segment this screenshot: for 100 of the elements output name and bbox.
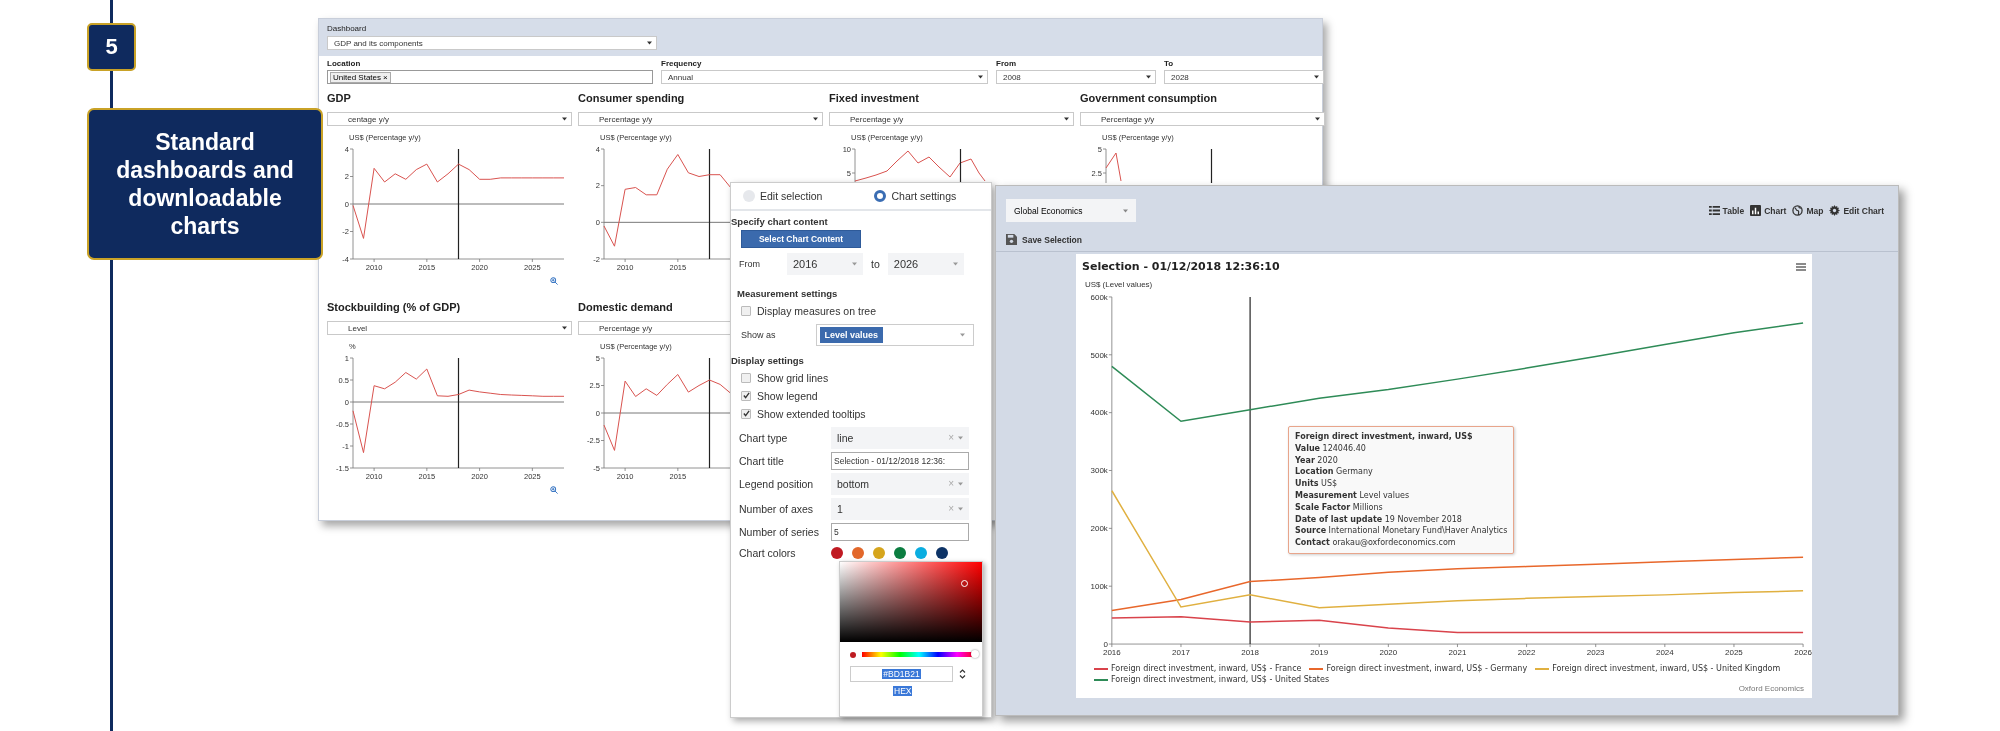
radio-label[interactable]: Edit selection: [760, 190, 823, 202]
tooltip-line: Year 2020: [1295, 454, 1339, 467]
checkbox[interactable]: [741, 390, 751, 401]
globe-icon: [1792, 205, 1804, 216]
tooltip-line: Source International Monetary Fund\Haver Analytics: [1295, 525, 1508, 538]
step-number: 5: [87, 23, 136, 71]
toggle-arrows-icon[interactable]: [959, 668, 966, 679]
chart-heading: Domestic demand: [578, 301, 673, 315]
field-label: Location: [327, 59, 362, 68]
dropdown[interactable]: Level values: [815, 323, 974, 346]
checkbox-label[interactable]: Show legend: [757, 389, 818, 402]
dropdown[interactable]: 2026: [887, 252, 964, 275]
menu-icon[interactable]: [1796, 262, 1806, 271]
location-field[interactable]: United States ×: [327, 70, 653, 84]
checkbox[interactable]: [741, 305, 751, 316]
tick-label: 2020: [1379, 648, 1398, 657]
color-field[interactable]: [840, 561, 982, 642]
dropdown[interactable]: Global Economics: [1006, 199, 1136, 222]
view-link[interactable]: Table: [1708, 205, 1745, 216]
dropdown[interactable]: Percentage y/y: [829, 112, 1074, 126]
selected-tag[interactable]: Level values: [819, 326, 884, 343]
tick-label: 2026: [1794, 648, 1812, 657]
slider-thumb[interactable]: [970, 650, 979, 659]
color-swatch[interactable]: [831, 546, 843, 559]
tooltip-line: Units US$: [1295, 478, 1339, 490]
tick-label: 2023: [1586, 648, 1605, 657]
field-label: Chart type: [739, 431, 789, 444]
color-swatch[interactable]: [852, 546, 864, 559]
caret-icon: [647, 41, 652, 45]
color-swatch[interactable]: [873, 546, 885, 559]
checkbox[interactable]: [741, 372, 751, 383]
zoom-icon[interactable]: [550, 486, 558, 494]
legend-item[interactable]: Foreign direct investment, inward, US$ - Germany: [1309, 664, 1528, 673]
view-link[interactable]: Edit Chart: [1829, 205, 1884, 216]
tick-label: 2024: [1655, 648, 1674, 657]
dropdown[interactable]: Percentage y/y: [1080, 112, 1325, 126]
caret-icon: [952, 261, 958, 266]
checkbox[interactable]: [741, 408, 751, 419]
caret-icon: [1146, 75, 1151, 79]
field-label: to: [871, 257, 880, 270]
dropdown[interactable]: 2028: [1164, 70, 1324, 84]
checkbox-label[interactable]: Display measures on tree: [757, 304, 877, 317]
legend-item[interactable]: Foreign direct investment, inward, US$ - United Kingdom: [1535, 664, 1781, 673]
chart-heading: Government consumption: [1080, 92, 1217, 106]
tick-label: 400k: [1090, 408, 1108, 418]
color-swatch[interactable]: [936, 546, 948, 559]
tick-label: 2021: [1448, 648, 1467, 657]
view-link[interactable]: Chart: [1750, 205, 1787, 216]
field-label: To: [1164, 59, 1175, 68]
dropdown[interactable]: bottom ×: [831, 472, 969, 495]
bar-chart-icon: [1750, 205, 1762, 216]
dropdown[interactable]: Level: [327, 321, 572, 335]
chart-heading: Fixed investment: [829, 92, 919, 106]
location-tag[interactable]: United States ×: [330, 71, 391, 83]
color-swatch[interactable]: [915, 546, 927, 559]
section-heading: Specify chart content: [731, 216, 829, 227]
section-heading: Measurement settings: [737, 287, 839, 299]
dropdown[interactable]: Percentage y/y: [578, 112, 823, 126]
dropdown[interactable]: GDP and its components: [327, 36, 657, 50]
tooltip-line: Scale Factor Millions: [1295, 501, 1384, 514]
format-label[interactable]: HEX: [893, 685, 913, 696]
chart-heading: Consumer spending: [578, 92, 685, 106]
color-swatch[interactable]: [894, 546, 906, 559]
dropdown[interactable]: line ×: [831, 426, 969, 449]
hex-field[interactable]: #BD1B21: [850, 665, 953, 682]
save-selection-button[interactable]: Save Selection: [1006, 234, 1082, 245]
tick-label: 2016: [1103, 648, 1121, 657]
field-label: Number of series: [739, 525, 820, 538]
tooltip-line: Measurement Level values: [1295, 490, 1411, 502]
legend-item[interactable]: Foreign direct investment, inward, US$ - United States: [1094, 675, 1330, 684]
view-link[interactable]: Map: [1792, 205, 1824, 216]
radio-button[interactable]: [874, 190, 887, 202]
tick-label: 2022: [1517, 648, 1536, 657]
field-label: Dashboard: [327, 24, 367, 33]
radio-label[interactable]: Chart settings: [891, 190, 957, 202]
caret-icon: [562, 117, 567, 121]
radio-button[interactable]: [743, 190, 755, 202]
legend-item[interactable]: Foreign direct investment, inward, US$ - France: [1094, 664, 1302, 673]
list-icon: [1708, 205, 1720, 216]
dropdown[interactable]: 2008: [996, 70, 1156, 84]
checkbox-label[interactable]: Show grid lines: [757, 371, 829, 384]
chart-heading: Stockbuilding (% of GDP): [327, 301, 461, 315]
tooltip-line: Foreign direct investment, inward, US$: [1295, 431, 1474, 443]
text-field[interactable]: 5: [831, 522, 969, 541]
dropdown[interactable]: 2016: [787, 252, 863, 275]
hue-slider[interactable]: [862, 652, 976, 658]
select-content-button[interactable]: Select Chart Content: [741, 230, 861, 248]
checkbox-label[interactable]: Show extended tooltips: [757, 407, 866, 420]
field-label: From: [739, 258, 761, 269]
dropdown[interactable]: 1 ×: [831, 497, 969, 520]
text-field[interactable]: Selection - 01/12/2018 12:36:: [831, 451, 969, 470]
field-label: Chart title: [739, 454, 785, 467]
tick-label: 0: [1103, 639, 1108, 649]
remove-button[interactable]: ×: [383, 72, 388, 82]
dropdown[interactable]: Annual: [661, 70, 988, 84]
tick-label: 600k: [1090, 292, 1108, 302]
zoom-icon[interactable]: [550, 277, 558, 285]
dropdown[interactable]: centage y/y: [327, 112, 572, 126]
field-label: Chart colors: [739, 546, 797, 559]
caret-icon: [959, 332, 965, 337]
